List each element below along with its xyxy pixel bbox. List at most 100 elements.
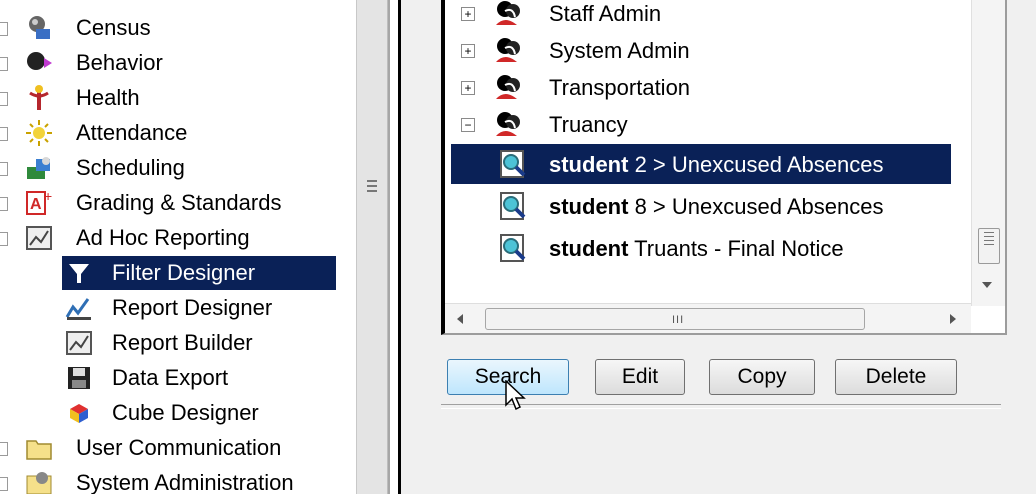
scroll-grip-icon: III — [672, 314, 685, 326]
filter-item[interactable]: student 2 > Unexcused Absences — [445, 144, 965, 184]
expand-toggle-icon[interactable] — [0, 197, 8, 211]
horizontal-scroll-thumb[interactable]: III — [485, 308, 865, 330]
filter-item-label: student 2 > Unexcused Absences — [549, 152, 883, 178]
filter-item-owner: student — [549, 236, 629, 261]
scroll-grip-icon — [979, 232, 999, 245]
report-designer-icon — [64, 293, 94, 323]
scroll-down-arrow-icon[interactable] — [982, 282, 992, 288]
nav-item[interactable]: User Communication — [0, 431, 356, 465]
filter-tree: + Staff Admin + System Admin + Transportation… — [441, 0, 1007, 335]
user-group-icon — [493, 34, 525, 66]
left-navigation-tree: Census Behavior Health Attendance Scheduling… — [0, 0, 356, 494]
nav-item-label: Scheduling — [76, 155, 185, 180]
cube-icon — [64, 398, 94, 428]
filter-search-icon — [497, 148, 529, 180]
health-caduceus-icon — [24, 83, 54, 113]
nav-item[interactable]: Attendance — [0, 116, 356, 150]
nav-item-label: User Communication — [76, 435, 282, 460]
behavior-icon — [24, 48, 54, 78]
filter-item-name: 8 > Unexcused Absences — [628, 194, 884, 219]
panel-splitter[interactable] — [356, 0, 388, 494]
filter-item[interactable]: student 8 > Unexcused Absences — [445, 186, 965, 222]
folder-icon — [24, 433, 54, 463]
nav-item-label: Attendance — [76, 120, 188, 145]
scheduling-icon — [24, 153, 54, 183]
expand-toggle-icon[interactable] — [0, 442, 8, 456]
tree-group[interactable]: + System Admin — [445, 32, 965, 68]
expand-toggle-icon[interactable] — [0, 232, 8, 246]
nav-item[interactable]: A + Grading & Standards — [0, 186, 356, 220]
tree-group-label: System Admin — [549, 38, 690, 63]
filter-list-panel: + Staff Admin + System Admin + Transportation… — [401, 0, 1036, 494]
horizontal-scrollbar[interactable]: III — [445, 303, 971, 333]
user-group-icon — [493, 0, 525, 29]
filter-item-label: student 8 > Unexcused Absences — [549, 194, 883, 220]
tree-group[interactable]: + Transportation — [445, 69, 965, 105]
nav-item[interactable]: Behavior — [0, 46, 356, 80]
tree-group-label: Truancy — [549, 112, 628, 137]
expand-toggle-icon[interactable] — [0, 92, 8, 106]
grading-a-plus-icon: A + — [24, 188, 54, 218]
nav-item[interactable]: Filter Designer — [0, 256, 356, 290]
expand-toggle-icon[interactable] — [0, 477, 8, 491]
filter-item-name: Truants - Final Notice — [628, 236, 844, 261]
filter-search-icon — [497, 190, 529, 222]
expand-toggle-icon[interactable] — [0, 22, 8, 36]
filter-item-label: student Truants - Final Notice — [549, 236, 844, 262]
nav-item-label: Behavior — [76, 50, 163, 75]
nav-item[interactable]: Ad Hoc Reporting — [0, 221, 356, 255]
nav-item[interactable]: Census — [0, 11, 356, 45]
nav-item[interactable]: Health — [0, 81, 356, 115]
splitter-grip-icon[interactable] — [367, 180, 377, 196]
divider — [388, 0, 390, 494]
svg-text:A: A — [30, 196, 42, 213]
nav-item-label: Grading & Standards — [76, 190, 282, 215]
expand-toggle-icon[interactable] — [0, 57, 8, 71]
floppy-disk-icon — [64, 363, 94, 393]
expand-toggle-icon[interactable] — [0, 127, 8, 141]
filter-search-icon — [497, 232, 529, 264]
tree-group[interactable]: + Staff Admin — [445, 0, 965, 31]
nav-item-label: Cube Designer — [112, 400, 259, 425]
nav-item[interactable]: System Administration — [0, 466, 356, 494]
attendance-sun-icon — [24, 118, 54, 148]
report-builder-icon — [64, 328, 94, 358]
nav-item-label: Health — [76, 85, 140, 110]
tree-group-label: Staff Admin — [549, 1, 662, 26]
user-group-icon — [493, 108, 525, 140]
vertical-scroll-thumb[interactable] — [978, 228, 1000, 264]
scroll-right-arrow-icon[interactable] — [950, 314, 956, 324]
expand-plus-icon[interactable]: + — [461, 81, 475, 95]
nav-item-label: Data Export — [112, 365, 229, 390]
filter-item-owner: student — [549, 194, 629, 219]
nav-item-label: Filter Designer — [112, 260, 256, 285]
nav-item-label: System Administration — [76, 470, 294, 494]
filter-item-owner: student — [549, 152, 629, 177]
delete-button[interactable]: Delete — [835, 359, 957, 395]
user-group-icon — [493, 71, 525, 103]
nav-item[interactable]: Scheduling — [0, 151, 356, 185]
expand-plus-icon[interactable]: + — [461, 7, 475, 21]
expand-plus-icon[interactable]: + — [461, 44, 475, 58]
svg-text:+: + — [44, 188, 52, 204]
nav-item-label: Census — [76, 15, 151, 40]
copy-button[interactable]: Copy — [709, 359, 815, 395]
filter-funnel-icon — [64, 258, 94, 288]
nav-item[interactable]: Data Export — [0, 361, 356, 395]
filter-item[interactable]: student Truants - Final Notice — [445, 228, 965, 264]
census-icon — [24, 13, 54, 43]
filter-item-name: 2 > Unexcused Absences — [628, 152, 884, 177]
nav-item[interactable]: Cube Designer — [0, 396, 356, 430]
scroll-left-arrow-icon[interactable] — [457, 314, 463, 324]
nav-item-label: Report Designer — [112, 295, 273, 320]
nav-item[interactable]: Report Designer — [0, 291, 356, 325]
nav-item[interactable]: Report Builder — [0, 326, 356, 360]
ad-hoc-report-icon — [24, 223, 54, 253]
nav-item-label: Ad Hoc Reporting — [76, 225, 250, 250]
system-admin-icon — [24, 468, 54, 494]
collapse-minus-icon[interactable]: − — [461, 118, 475, 132]
expand-toggle-icon[interactable] — [0, 162, 8, 176]
edit-button[interactable]: Edit — [595, 359, 685, 395]
vertical-scrollbar[interactable] — [971, 0, 1005, 306]
tree-group[interactable]: − Truancy — [445, 106, 965, 142]
